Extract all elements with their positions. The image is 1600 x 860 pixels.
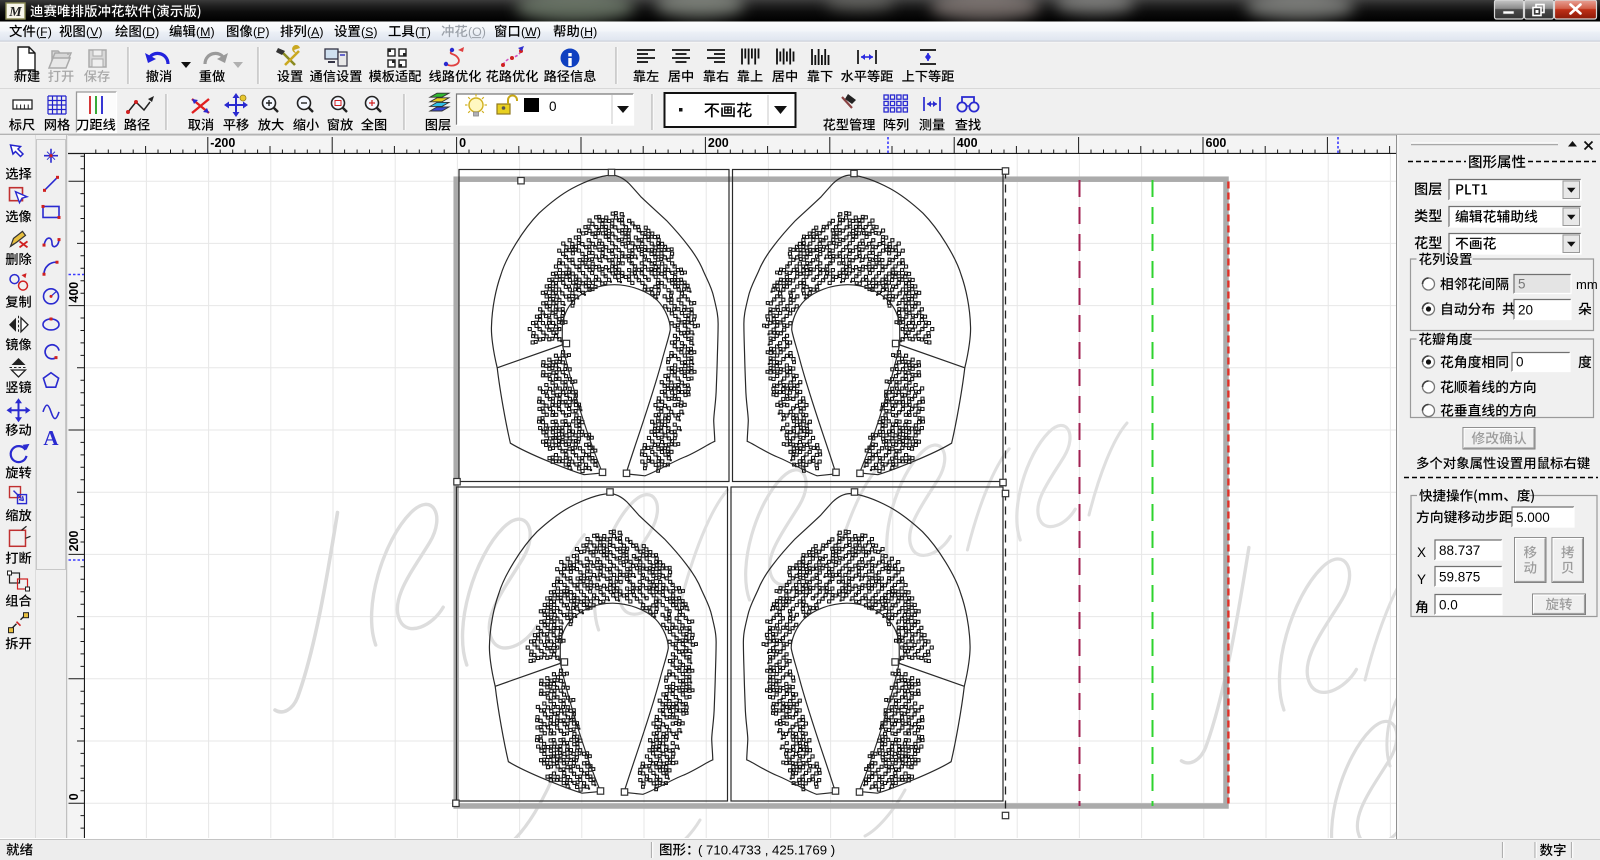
svg-text:(D): (D) <box>142 25 159 39</box>
svg-text:(S): (S) <box>361 25 378 39</box>
svg-text:M: M <box>8 5 22 20</box>
svg-text:5: 5 <box>1518 277 1526 292</box>
svg-text:(A): (A) <box>307 25 324 39</box>
svg-text:88.737: 88.737 <box>1439 543 1480 558</box>
svg-text:400: 400 <box>957 136 978 150</box>
svg-text:(M): (M) <box>196 25 215 39</box>
svg-text:(H): (H) <box>580 25 597 39</box>
svg-text:20: 20 <box>1518 303 1533 318</box>
svg-text:0: 0 <box>1516 355 1524 370</box>
svg-text:0: 0 <box>459 136 466 150</box>
svg-text:0: 0 <box>549 99 557 114</box>
svg-text:mm: mm <box>1576 277 1598 292</box>
svg-text:200: 200 <box>67 530 81 551</box>
svg-text:(V): (V) <box>86 25 103 39</box>
svg-text:(W): (W) <box>521 25 541 39</box>
svg-text:-200: -200 <box>210 136 235 150</box>
svg-text:59.875: 59.875 <box>1439 570 1480 585</box>
svg-text:0: 0 <box>67 793 81 800</box>
svg-text:0.0: 0.0 <box>1439 598 1458 613</box>
svg-text:(P): (P) <box>253 25 270 39</box>
svg-text:(O): (O) <box>468 25 486 39</box>
svg-text:A: A <box>43 426 59 450</box>
svg-text:400: 400 <box>67 282 81 303</box>
svg-text:(F): (F) <box>36 25 52 39</box>
svg-text:Y: Y <box>1417 572 1426 587</box>
svg-text:5.000: 5.000 <box>1516 510 1550 525</box>
svg-text:(T): (T) <box>415 25 431 39</box>
svg-text:X: X <box>1417 545 1426 560</box>
svg-text:600: 600 <box>1206 136 1227 150</box>
svg-text:( 710.4733 , 425.1769 ): ( 710.4733 , 425.1769 ) <box>698 843 835 858</box>
svg-text:200: 200 <box>708 136 729 150</box>
